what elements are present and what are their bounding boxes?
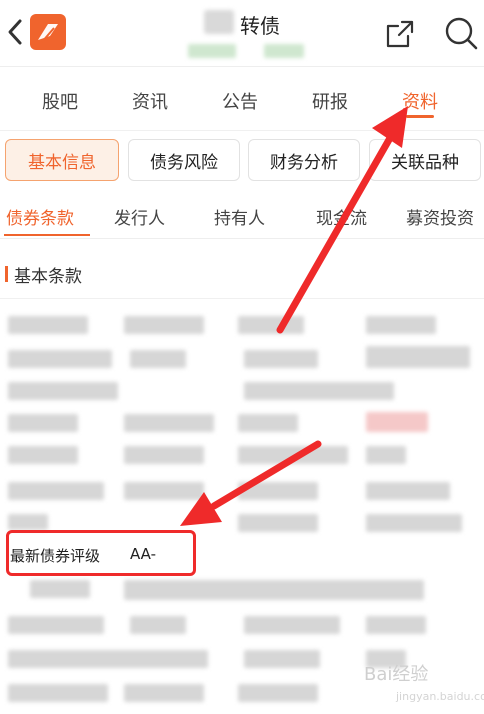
annotation-highlight-box [6, 530, 196, 576]
back-chevron-icon[interactable] [6, 18, 24, 46]
tab-cash-flow[interactable]: 现金流 [316, 204, 367, 229]
watermark-text: Bai经验 [364, 664, 429, 685]
chip-financial-analysis[interactable]: 财务分析 [248, 139, 360, 181]
header-divider [0, 66, 484, 67]
tab-guba[interactable]: 股吧 [42, 88, 78, 114]
tabs-divider [0, 130, 484, 131]
watermark-url: jingyan.baidu.com [396, 690, 484, 703]
subtitle-blurred-code [188, 44, 236, 58]
tab-profile[interactable]: 资料 [402, 88, 438, 114]
section-title: 基本条款 [14, 267, 82, 287]
tab-news[interactable]: 资讯 [132, 88, 168, 114]
search-icon[interactable] [444, 16, 478, 50]
chip-basic-info[interactable]: 基本信息 [5, 139, 119, 181]
tab-fund-investment[interactable]: 募资投资 [406, 204, 474, 229]
tab-bond-terms[interactable]: 债券条款 [6, 204, 74, 229]
chip-debt-risk[interactable]: 债务风险 [128, 139, 240, 181]
chip-related-products[interactable]: 关联品种 [369, 139, 481, 181]
title-blurred-part [204, 10, 234, 34]
active-tab-indicator [406, 115, 434, 118]
secondary-tabs-divider [0, 238, 484, 239]
page-title: 转债 [240, 14, 280, 38]
secondary-tab-indicator [4, 234, 90, 236]
tab-research[interactable]: 研报 [312, 88, 348, 114]
tab-holders[interactable]: 持有人 [214, 204, 265, 229]
app-logo-icon [30, 14, 66, 50]
tab-announcements[interactable]: 公告 [222, 88, 258, 114]
tab-issuer[interactable]: 发行人 [114, 204, 165, 229]
share-icon[interactable] [384, 18, 416, 50]
subtitle-blurred-price [264, 44, 304, 58]
section-divider [0, 298, 484, 299]
section-accent-bar [5, 266, 8, 282]
